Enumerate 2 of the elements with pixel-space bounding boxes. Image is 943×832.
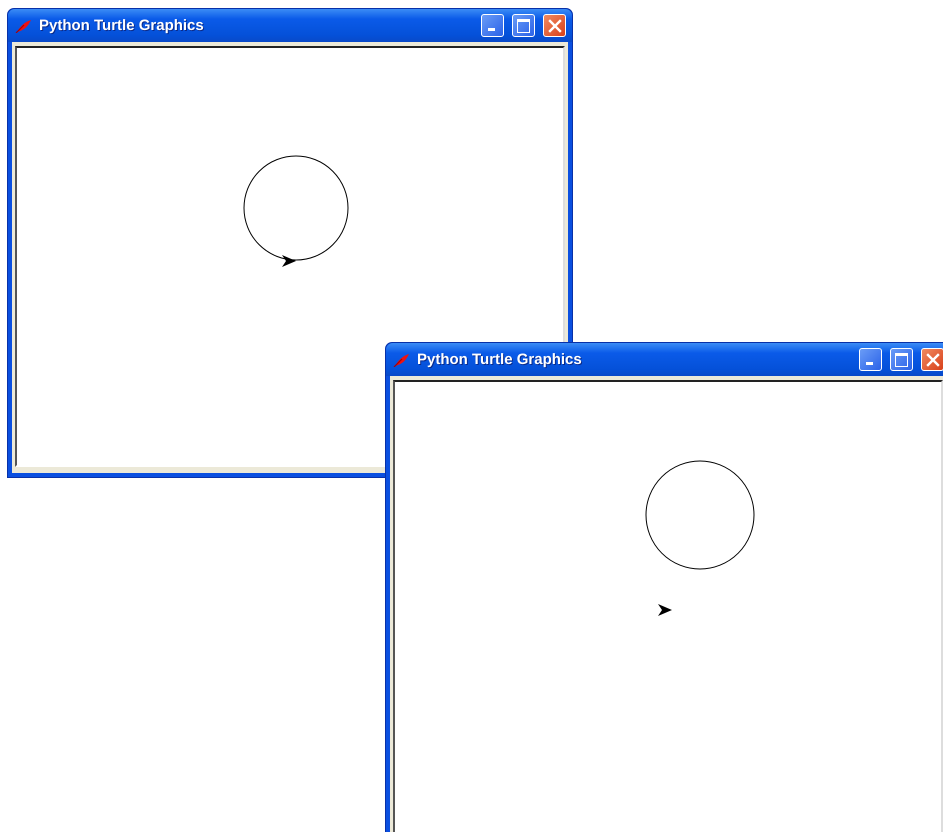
window-title: Python Turtle Graphics [417, 351, 582, 368]
window-title: Python Turtle Graphics [39, 17, 204, 34]
